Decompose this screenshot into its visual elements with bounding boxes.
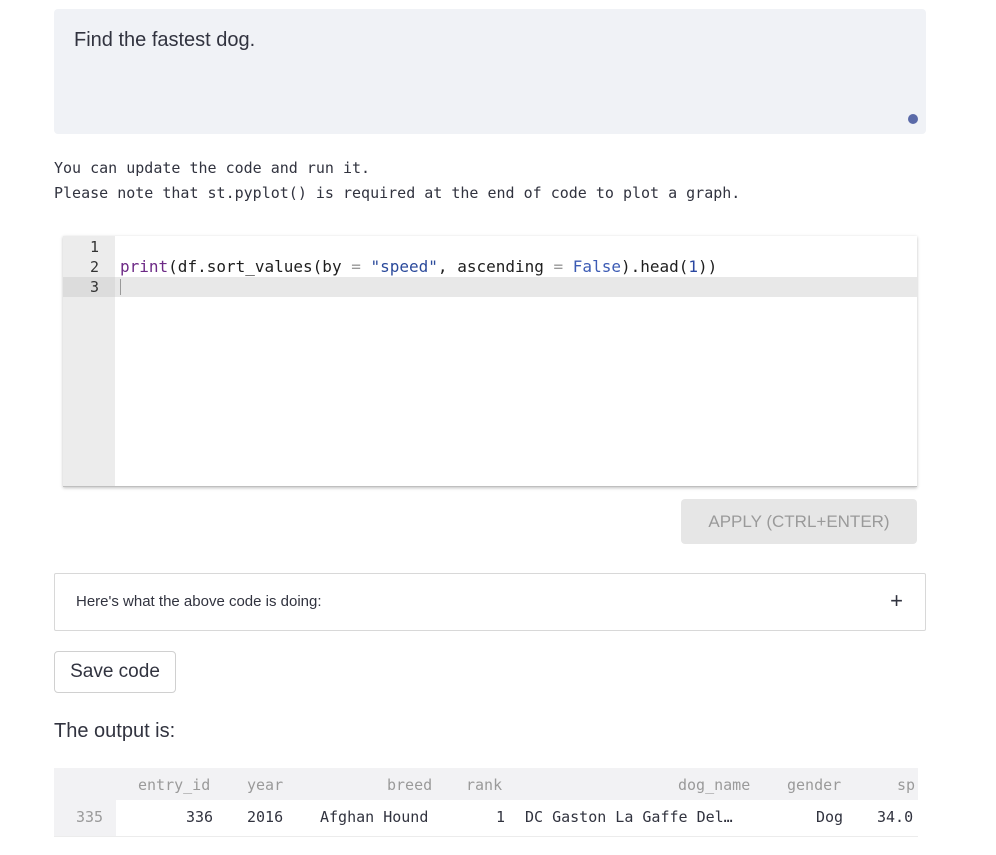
output-heading: The output is: [54, 720, 176, 742]
line-number: 1 [89, 238, 99, 256]
prompt-text[interactable]: Find the fastest dog. [74, 29, 255, 52]
table-cell-rank[interactable]: 1 [496, 808, 505, 826]
code-token-string: "speed" [370, 257, 438, 276]
status-dot-icon [908, 114, 918, 124]
expander-label: Here's what the above code is doing: [76, 593, 322, 610]
prompt-input[interactable]: Find the fastest dog. [54, 9, 926, 134]
column-header-breed[interactable]: breed [387, 776, 432, 794]
output-dataframe[interactable]: entry_id year breed rank dog_name gender… [54, 768, 918, 838]
column-header-year[interactable]: year [247, 776, 283, 794]
code-token: , ascending [437, 257, 554, 276]
save-code-button[interactable]: Save code [54, 651, 176, 693]
code-token: sort_values [206, 257, 313, 276]
code-token: ).head( [620, 257, 689, 276]
table-cell-year[interactable]: 2016 [247, 808, 283, 826]
code-explanation-expander[interactable]: Here's what the above code is doing: + [54, 573, 926, 631]
instruction-line-2: Please note that st.pyplot() is required… [54, 184, 741, 202]
active-line-highlight [115, 277, 917, 297]
instruction-line-1: You can update the code and run it. [54, 159, 371, 177]
code-token-operator: = [553, 257, 564, 276]
code-token-keyword: False [572, 257, 621, 276]
code-token-function: print [120, 257, 169, 276]
code-token-operator: = [351, 257, 361, 276]
code-token: (df. [168, 257, 207, 276]
code-token: )) [698, 257, 718, 276]
table-header-row: entry_id year breed rank dog_name gender… [54, 768, 918, 800]
apply-button[interactable]: APPLY (CTRL+ENTER) [681, 499, 917, 544]
column-header-entry-id[interactable]: entry_id [138, 776, 210, 794]
code-line-2[interactable]: print(df.sort_values(by = "speed", ascen… [120, 257, 717, 277]
line-number: 2 [89, 258, 99, 276]
table-row: 335 336 2016 Afghan Hound 1 DC Gaston La… [54, 800, 918, 837]
table-cell-gender[interactable]: Dog [816, 808, 843, 826]
table-cell-speed[interactable]: 34.0 [877, 808, 913, 826]
text-cursor [120, 279, 121, 295]
code-editor[interactable]: 1 2 3 print(df.sort_values(by = "speed",… [63, 236, 917, 487]
table-cell-breed[interactable]: Afghan Hound [320, 808, 428, 826]
column-header-dog-name[interactable]: dog_name [678, 776, 750, 794]
plus-icon[interactable]: + [890, 588, 903, 614]
code-token-number: 1 [688, 257, 699, 276]
row-index: 335 [76, 808, 104, 826]
column-header-gender[interactable]: gender [787, 776, 841, 794]
line-number: 3 [63, 277, 115, 297]
table-cell-entry-id[interactable]: 336 [186, 808, 213, 826]
table-cell-dog-name[interactable]: DC Gaston La Gaffe Del… [525, 808, 733, 826]
column-header-rank[interactable]: rank [466, 776, 502, 794]
code-token: (by [312, 257, 352, 276]
column-header-speed[interactable]: sp [897, 776, 915, 794]
